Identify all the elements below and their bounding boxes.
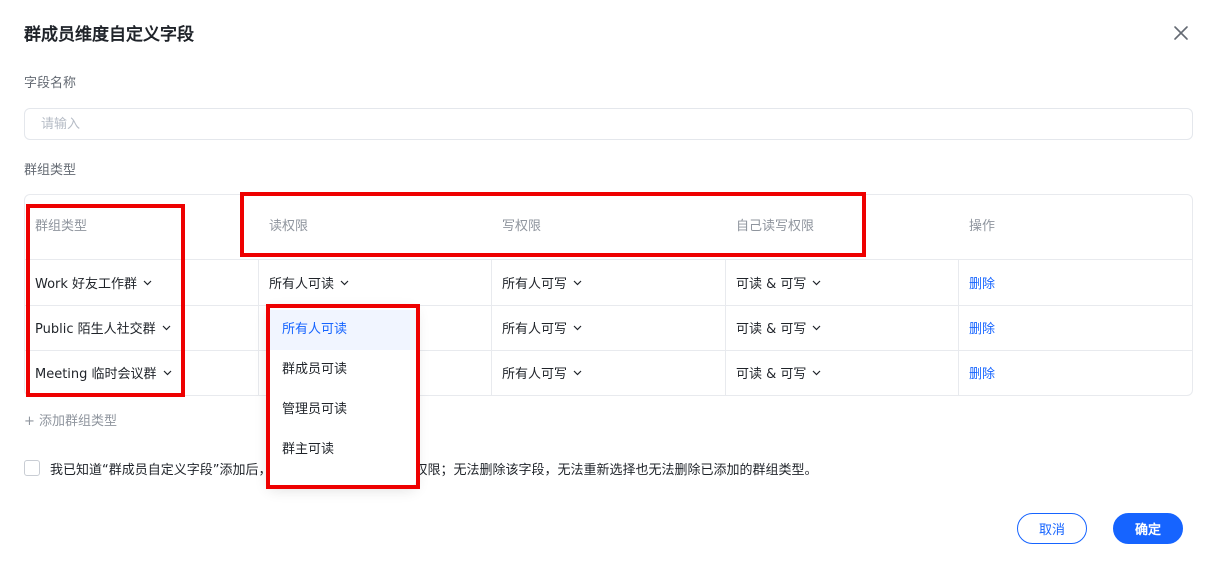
chevron-down-icon [143, 280, 152, 286]
column-divider [258, 259, 259, 395]
group-type-select[interactable]: Public 陌生人社交群 [35, 305, 172, 350]
cancel-button[interactable]: 取消 [1017, 513, 1087, 544]
chevron-down-icon [812, 280, 821, 286]
dialog-title: 群成员维度自定义字段 [24, 25, 194, 45]
write-permission-select[interactable]: 所有人可写 [502, 305, 583, 350]
chevron-down-icon [162, 325, 171, 331]
chevron-down-icon [573, 325, 582, 331]
chevron-down-icon [573, 370, 582, 376]
header-read-permission: 读权限 [269, 219, 309, 234]
dropdown-option-members-read[interactable]: 群成员可读 [268, 350, 416, 390]
self-permission-select[interactable]: 可读 & 可写 [736, 305, 822, 350]
row-divider [25, 259, 1192, 260]
group-type-value: Meeting 临时会议群 [35, 367, 157, 382]
header-group-type: 群组类型 [35, 219, 88, 234]
group-type-select[interactable]: Meeting 临时会议群 [35, 350, 173, 395]
group-type-value: Public 陌生人社交群 [35, 322, 156, 337]
write-permission-value: 所有人可写 [502, 322, 568, 337]
chevron-down-icon [812, 325, 821, 331]
agreement-text: 我已知道“群成员自定义字段”添加后，无法修改群组类型的读写权限；无法删除该字段，… [50, 463, 818, 478]
header-self-permission: 自己读写权限 [736, 219, 815, 234]
group-type-table: 群组类型 读权限 写权限 自己读写权限 操作 Work 好友工作群 所有人可读 … [24, 194, 1193, 396]
close-icon[interactable] [1170, 22, 1192, 44]
self-permission-select[interactable]: 可读 & 可写 [736, 260, 822, 305]
chevron-down-icon [163, 370, 171, 376]
field-name-input[interactable] [25, 109, 1192, 139]
self-permission-value: 可读 & 可写 [736, 277, 807, 292]
write-permission-select[interactable]: 所有人可写 [502, 350, 583, 395]
self-permission-select[interactable]: 可读 & 可写 [736, 350, 822, 395]
delete-row-button[interactable]: 删除 [969, 260, 995, 305]
write-permission-value: 所有人可写 [502, 367, 568, 382]
chevron-down-icon [812, 370, 821, 376]
dropdown-option-admins-read[interactable]: 管理员可读 [268, 390, 416, 430]
header-actions: 操作 [969, 219, 996, 234]
group-type-value: Work 好友工作群 [35, 277, 138, 292]
row-divider [25, 350, 1192, 351]
dropdown-option-everyone-read[interactable]: 所有人可读 [268, 310, 416, 350]
column-divider [725, 259, 726, 395]
dropdown-option-owner-read[interactable]: 群主可读 [268, 430, 416, 470]
field-name-label: 字段名称 [24, 76, 77, 91]
column-divider [491, 259, 492, 395]
chevron-down-icon [573, 280, 582, 286]
delete-row-button[interactable]: 删除 [969, 305, 995, 350]
group-type-label: 群组类型 [24, 163, 77, 178]
add-group-type-button[interactable]: + 添加群组类型 [24, 410, 117, 429]
self-permission-value: 可读 & 可写 [736, 322, 807, 337]
chevron-down-icon [340, 280, 349, 286]
write-permission-value: 所有人可写 [502, 277, 568, 292]
agreement-checkbox[interactable] [24, 460, 40, 476]
custom-field-dialog: 群成员维度自定义字段 字段名称 群组类型 群组类型 读权限 写权限 自己读写权限… [0, 0, 1217, 568]
write-permission-select[interactable]: 所有人可写 [502, 260, 583, 305]
read-permission-select[interactable]: 所有人可读 [269, 260, 350, 305]
field-name-input-wrapper [24, 108, 1193, 140]
delete-row-button[interactable]: 删除 [969, 350, 995, 395]
read-permission-dropdown: 所有人可读 群成员可读 管理员可读 群主可读 [268, 306, 416, 486]
self-permission-value: 可读 & 可写 [736, 367, 807, 382]
column-divider [958, 259, 959, 395]
group-type-select[interactable]: Work 好友工作群 [35, 260, 153, 305]
read-permission-value: 所有人可读 [269, 277, 335, 292]
confirm-button[interactable]: 确定 [1113, 513, 1183, 544]
row-divider [25, 305, 1192, 306]
header-write-permission: 写权限 [502, 219, 542, 234]
